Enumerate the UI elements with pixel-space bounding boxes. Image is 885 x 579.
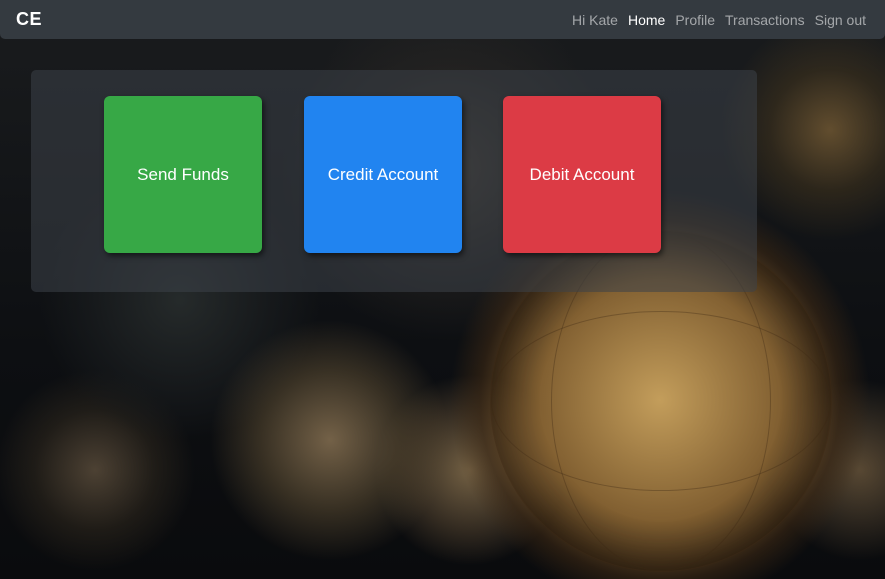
debit-account-button[interactable]: Debit Account [503,96,661,253]
credit-account-label: Credit Account [327,164,439,184]
user-greeting: Hi Kate [572,11,618,28]
nav-links: Hi Kate Home Profile Transactions Sign o… [567,12,871,28]
actions-panel: Send Funds Credit Account Debit Account [31,70,757,292]
credit-account-button[interactable]: Credit Account [304,96,462,253]
nav-link-profile[interactable]: Profile [670,12,720,28]
nav-link-transactions[interactable]: Transactions [720,12,810,28]
brand-logo[interactable]: CE [16,9,42,30]
nav-link-sign-out[interactable]: Sign out [810,12,871,28]
debit-account-label: Debit Account [529,164,635,184]
nav-link-home[interactable]: Home [623,12,670,28]
send-funds-label: Send Funds [137,164,229,184]
send-funds-button[interactable]: Send Funds [104,96,262,253]
navbar: CE Hi Kate Home Profile Transactions Sig… [0,0,885,39]
